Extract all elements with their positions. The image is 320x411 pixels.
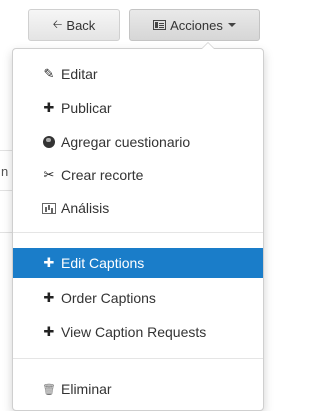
plus-icon: ✚	[43, 324, 55, 339]
menu-item-editar[interactable]: ✎ Editar	[13, 59, 263, 89]
menu-item-label: Publicar	[61, 100, 112, 116]
back-button[interactable]: 🡠 Back	[28, 9, 120, 41]
pencil-icon: ✎	[43, 66, 55, 81]
back-button-label: Back	[66, 17, 96, 33]
menu-divider	[13, 232, 263, 233]
menu-item-order-captions[interactable]: ✚ Order Captions	[13, 283, 263, 313]
menu-item-crear-recorte[interactable]: ✂ Crear recorte	[13, 160, 263, 190]
menu-item-publicar[interactable]: ✚ Publicar	[13, 93, 263, 123]
trash-icon: 🗑	[42, 383, 56, 396]
row-divider	[0, 150, 12, 151]
menu-item-label: Agregar cuestionario	[61, 134, 191, 150]
menu-item-label: Crear recorte	[61, 167, 144, 183]
menu-item-label: Eliminar	[61, 381, 112, 397]
chart-icon	[42, 202, 56, 214]
actions-dropdown-menu: ✎ Editar ✚ Publicar Agregar cuestionario…	[12, 42, 264, 411]
row-divider	[0, 232, 12, 233]
menu-item-label: View Caption Requests	[61, 324, 207, 340]
menu-item-label: Order Captions	[61, 290, 156, 306]
arrow-left-icon: 🡠	[52, 16, 63, 31]
caret-down-icon	[227, 23, 236, 27]
actions-dropdown-button[interactable]: Acciones	[129, 9, 260, 41]
menu-divider	[13, 358, 263, 359]
menu-item-label: Análisis	[61, 200, 110, 216]
actions-button-label: Acciones	[170, 17, 223, 33]
menu-pointer	[201, 42, 215, 49]
plus-icon: ✚	[43, 100, 55, 115]
menu-item-label: Edit Captions	[61, 255, 145, 271]
plus-icon: ✚	[43, 255, 55, 270]
scissors-icon: ✂	[43, 167, 55, 182]
page-background-strip: n	[0, 0, 12, 411]
menu-item-label: Editar	[61, 66, 98, 82]
menu-item-view-caption-requests[interactable]: ✚ View Caption Requests	[13, 317, 263, 347]
background-text: n	[1, 164, 9, 179]
table-icon	[153, 20, 167, 30]
row-divider	[0, 190, 12, 191]
globe-icon	[43, 136, 55, 148]
page: n 🡠 Back Acciones ✎ Editar ✚ Publicar Ag…	[0, 0, 264, 411]
menu-item-analisis[interactable]: Análisis	[13, 193, 263, 223]
menu-item-edit-captions[interactable]: ✚ Edit Captions	[13, 248, 263, 278]
menu-item-eliminar[interactable]: 🗑 Eliminar	[13, 374, 263, 404]
plus-icon: ✚	[43, 290, 55, 305]
menu-item-agregar-cuestionario[interactable]: Agregar cuestionario	[13, 127, 263, 157]
